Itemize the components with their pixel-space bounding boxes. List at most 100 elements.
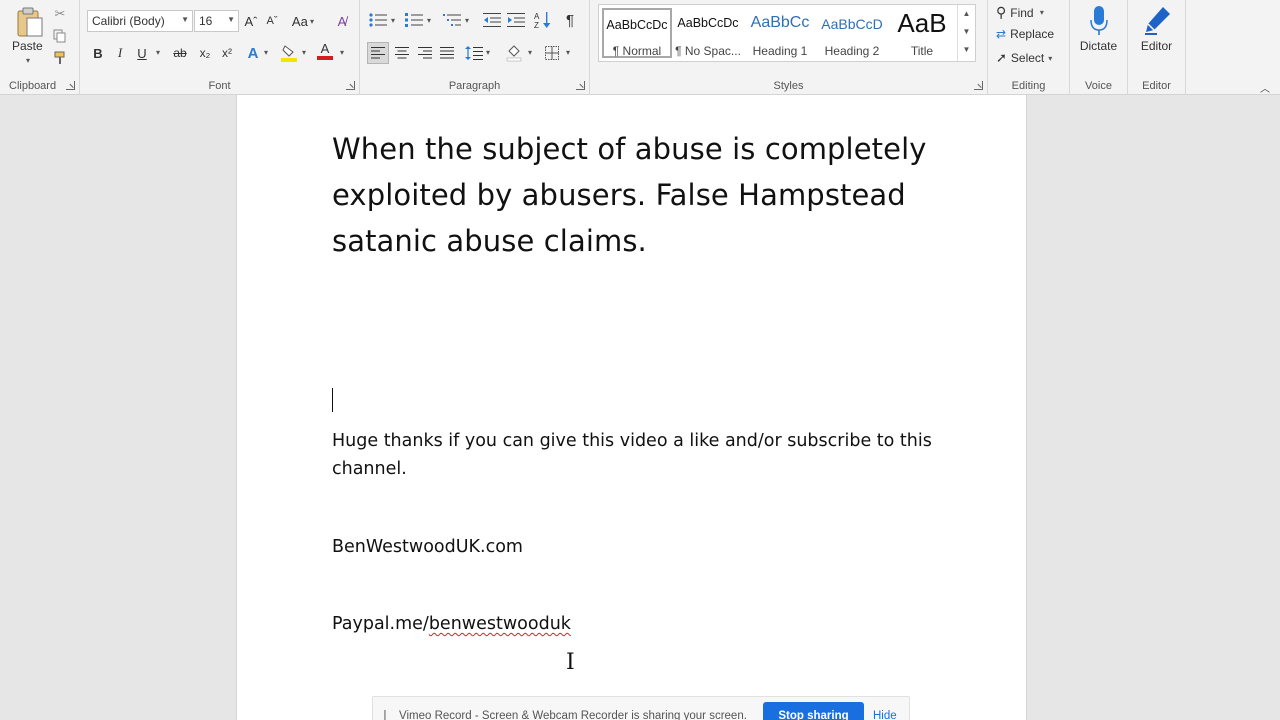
multilevel-list-icon[interactable] [442,11,462,29]
chevron-down-icon: ▾ [1048,53,1053,63]
format-painter-icon[interactable] [52,50,68,66]
clear-formatting-icon[interactable]: A̸ [332,10,352,32]
align-center-icon[interactable] [392,42,412,64]
copy-icon[interactable] [52,28,68,44]
document-title-text[interactable]: When the subject of abuse is completely … [332,126,932,264]
editing-group-label: Editing [1011,80,1046,92]
shrink-font-button[interactable]: Aˇ [263,10,281,32]
select-label: Select [1010,51,1045,65]
font-name-box[interactable]: Calibri (Body) ▼ [87,10,193,32]
chevron-down-icon: ▼ [181,15,189,24]
styles-launcher-icon[interactable] [974,81,983,90]
font-color-dropdown-icon[interactable]: ▾ [340,48,344,57]
document-page[interactable]: When the subject of abuse is completely … [236,95,1027,720]
text-effects-dropdown-icon[interactable]: ▾ [264,48,268,57]
text-effects-button[interactable]: A [244,42,262,64]
paste-dropdown-icon[interactable]: ▾ [26,56,30,65]
paragraph-group: ▾ ▾ ▾ AZ ¶ ▾ ▾ ▾ Paragraph [360,0,590,95]
paste-icon[interactable] [16,6,44,38]
screen-share-bar: || Vimeo Record - Screen & Webcam Record… [372,696,910,720]
increase-indent-icon[interactable] [506,11,526,29]
font-color-button[interactable]: A [316,40,334,62]
cut-icon[interactable]: ✂ [52,6,68,22]
style-name: ¶ Normal [612,44,662,58]
clipboard-launcher-icon[interactable] [66,81,75,90]
style-name: ¶ No Spac... [675,44,741,58]
chevron-down-icon[interactable]: ▼ [958,23,975,41]
numbering-icon[interactable] [404,11,424,29]
highlight-dropdown-icon[interactable]: ▾ [302,48,306,57]
font-group-label: Font [208,80,231,92]
justify-icon[interactable] [437,42,457,64]
shading-dropdown-icon[interactable]: ▾ [528,48,532,57]
editor-button[interactable]: Editor [1128,39,1185,53]
grow-font-button[interactable]: Aˆ [242,10,260,32]
search-icon: ⚲ [996,4,1007,20]
numbering-dropdown-icon[interactable]: ▾ [427,16,431,25]
font-size-box[interactable]: 16 ▼ [194,10,239,32]
gallery-scroll: ▲ ▼ ▼ [957,5,975,61]
svg-text:Z: Z [534,21,539,29]
strikethrough-button[interactable]: ab [170,42,190,64]
align-right-icon[interactable] [415,42,435,64]
show-formatting-button[interactable]: ¶ [560,9,580,31]
align-left-icon[interactable] [367,42,389,64]
line-spacing-dropdown-icon[interactable]: ▾ [486,48,490,57]
style-preview: AaBbCcDc [606,18,668,32]
styles-group-label: Styles [773,80,804,92]
style-name: Title [910,44,934,58]
style-name: Heading 2 [824,44,880,58]
paypal-text[interactable]: Paypal.me/benwestwooduk [332,610,932,638]
borders-icon[interactable] [542,42,562,64]
highlight-icon[interactable] [280,42,298,64]
multilevel-dropdown-icon[interactable]: ▾ [465,16,469,25]
shading-icon[interactable] [504,42,524,64]
hide-link[interactable]: Hide [873,710,897,720]
italic-button[interactable]: I [112,42,128,64]
underline-button[interactable]: U [134,42,150,64]
style-heading-1[interactable]: AaBbCc Heading 1 [745,8,815,58]
svg-text:A: A [534,12,540,21]
bullets-dropdown-icon[interactable]: ▾ [391,16,395,25]
editor-pen-icon[interactable] [1140,3,1174,37]
microphone-icon[interactable] [1088,4,1110,38]
website-text[interactable]: BenWestwoodUK.com [332,533,932,561]
sort-icon[interactable]: AZ [533,10,553,30]
superscript-button[interactable]: x² [218,42,236,64]
font-group: Calibri (Body) ▼ 16 ▼ Aˆ Aˇ Aa ▾ A̸ B I … [80,0,360,95]
style-title[interactable]: AaB Title [887,8,957,58]
font-color-glyph: A [320,41,330,56]
collapse-ribbon-icon[interactable]: ︿ [1260,80,1270,95]
gallery-more-icon[interactable]: ▼ [958,41,975,59]
style-normal[interactable]: AaBbCcDc ¶ Normal [602,8,672,58]
borders-dropdown-icon[interactable]: ▾ [566,48,570,57]
font-launcher-icon[interactable] [346,81,355,90]
underline-dropdown-icon[interactable]: ▾ [156,48,160,57]
voice-group: Dictate Voice [1070,0,1128,95]
text-cursor [332,388,333,412]
styles-gallery: AaBbCcDc ¶ Normal AaBbCcDc ¶ No Spac... … [598,4,976,62]
select-button[interactable]: ➚ Select ▾ [996,50,1052,66]
find-label: Find [1010,5,1034,20]
replace-button[interactable]: ⇄ Replace [996,27,1054,41]
find-button[interactable]: ⚲ Find ▾ [996,4,1044,21]
bullets-icon[interactable] [368,11,388,29]
style-no-spacing[interactable]: AaBbCcDc ¶ No Spac... [673,8,743,58]
bold-button[interactable]: B [90,42,106,64]
line-spacing-icon[interactable] [463,42,485,64]
ribbon: Paste ▾ ✂ Clipboard Calibri (Body) ▼ 16 … [0,0,1280,95]
paragraph-launcher-icon[interactable] [576,81,585,90]
change-case-button[interactable]: Aa ▾ [290,10,316,32]
stop-sharing-button[interactable]: Stop sharing [763,702,864,720]
paste-button[interactable]: Paste [12,39,43,53]
subscript-button[interactable]: x₂ [196,42,214,64]
document-paragraph[interactable]: Huge thanks if you can give this video a… [332,427,932,483]
paypal-prefix: Paypal.me/ [332,614,429,634]
style-heading-2[interactable]: AaBbCcD Heading 2 [817,8,887,58]
decrease-indent-icon[interactable] [482,11,502,29]
drag-handle-icon[interactable]: || [383,709,386,720]
style-preview: AaBbCcD [821,16,883,32]
cursor-arrow-icon: ➚ [996,50,1007,65]
dictate-button[interactable]: Dictate [1070,39,1127,53]
chevron-up-icon[interactable]: ▲ [958,5,975,23]
